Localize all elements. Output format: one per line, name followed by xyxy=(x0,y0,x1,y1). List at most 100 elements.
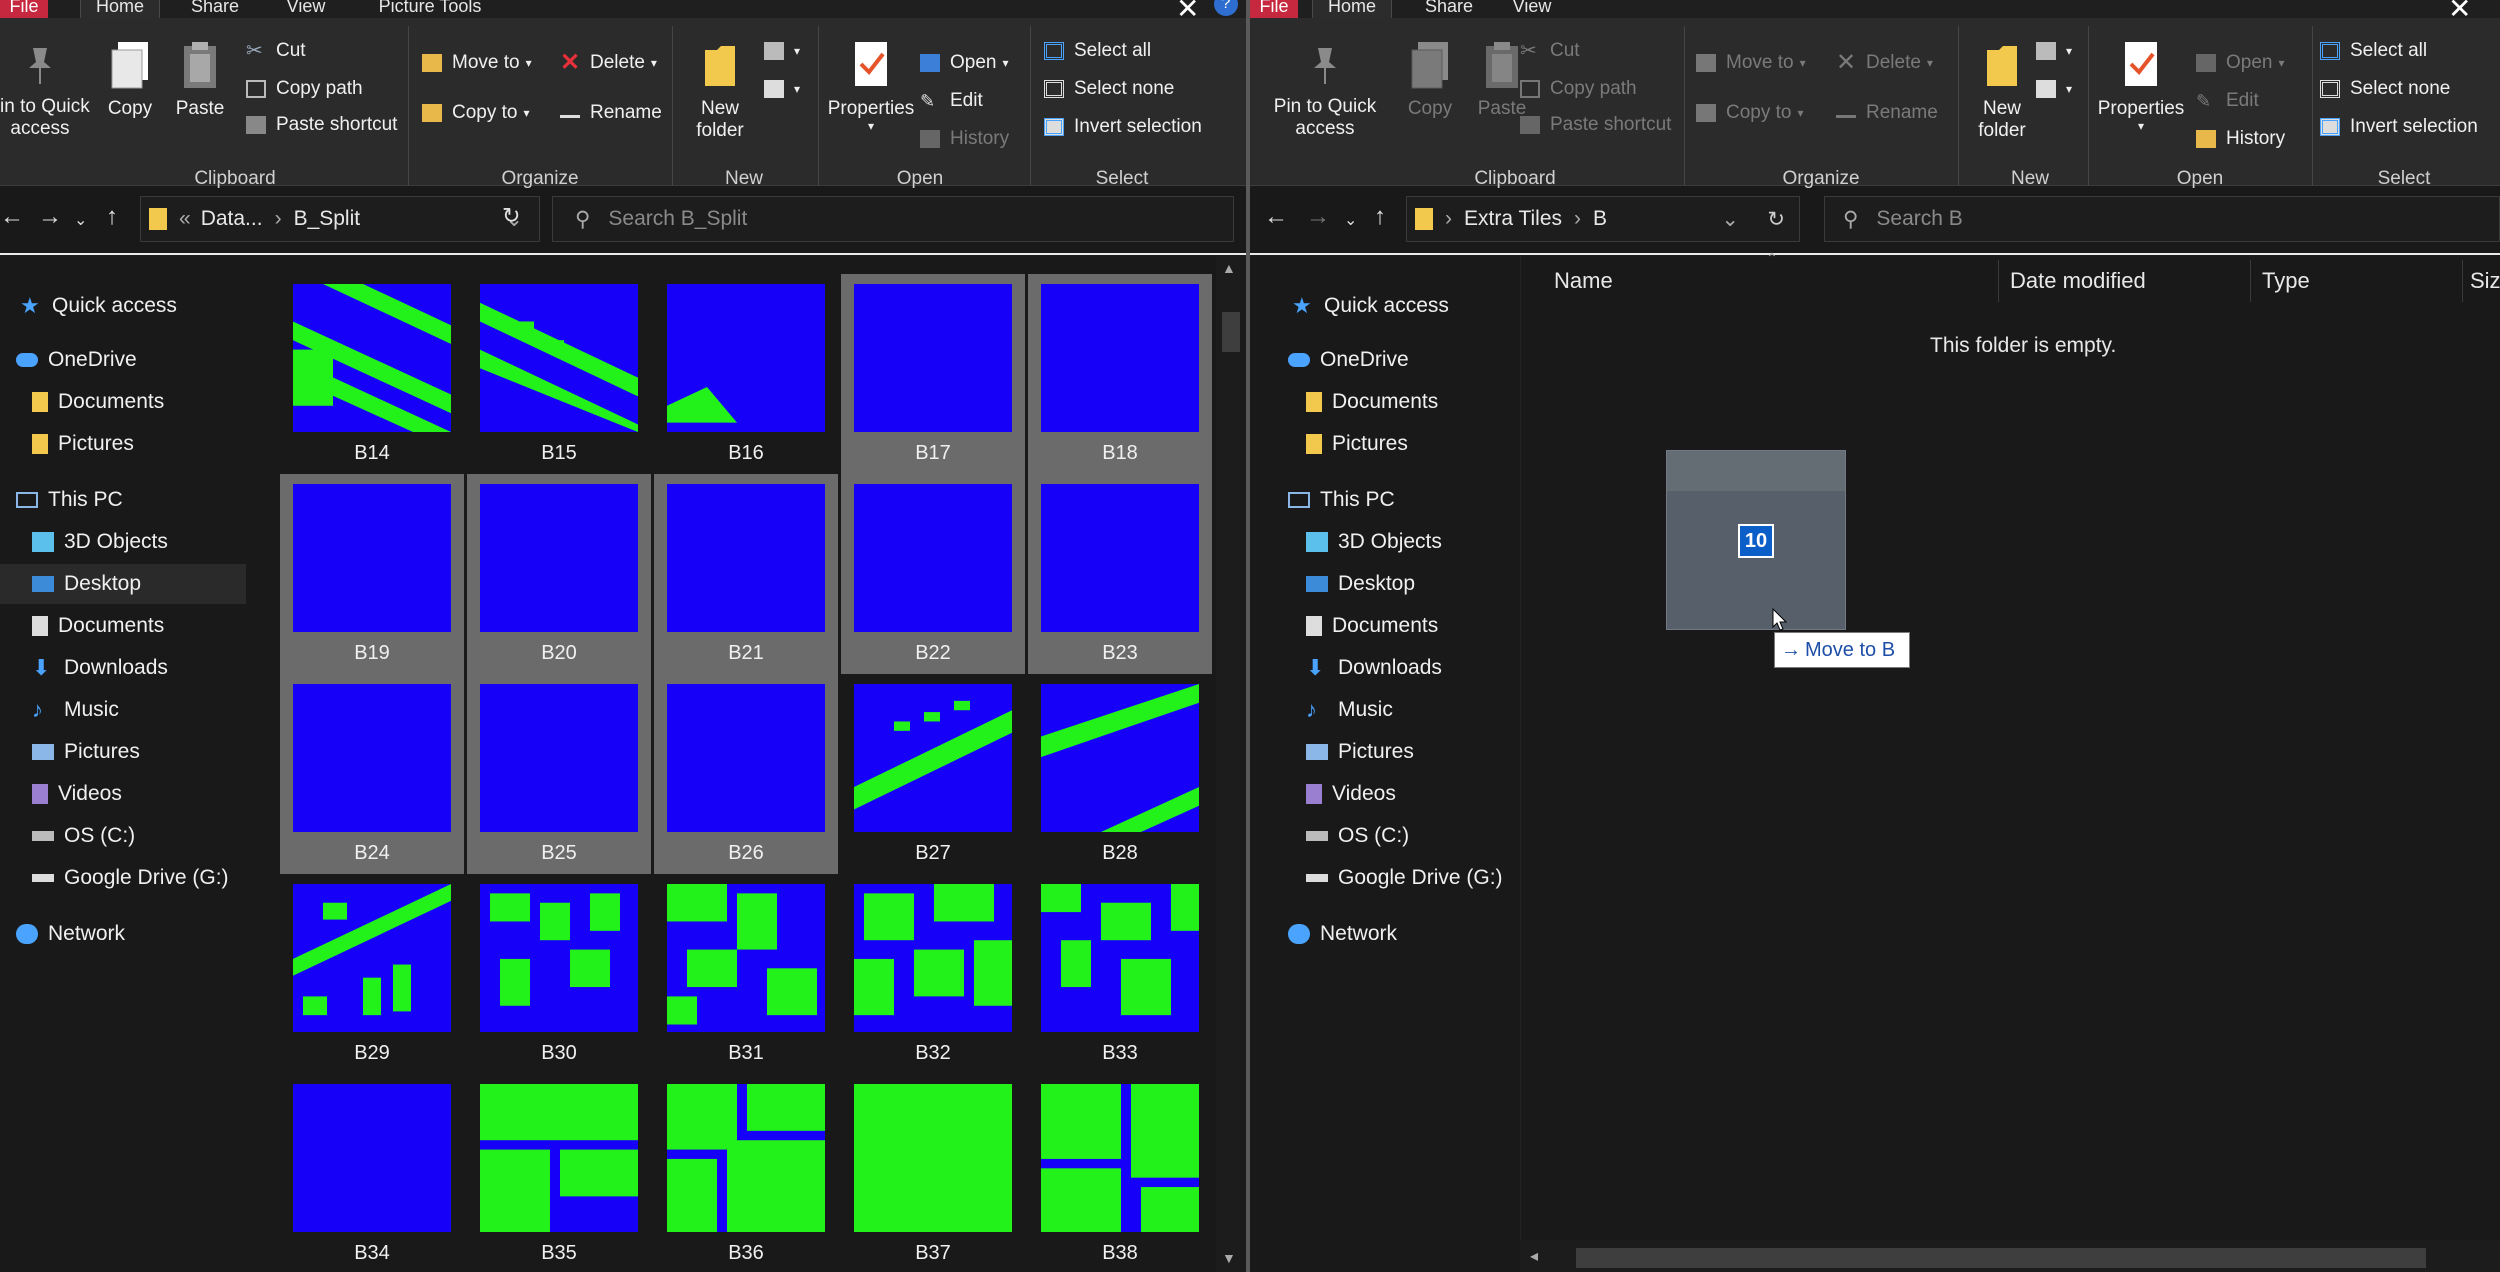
file-tile[interactable]: B38 xyxy=(1028,1074,1212,1272)
recent-locations-chevron-icon[interactable]: ⌄ xyxy=(1344,210,1357,230)
nav-music[interactable]: ♪ Music xyxy=(1306,694,1393,726)
file-tile[interactable]: B22 xyxy=(841,474,1025,674)
file-tile[interactable]: B19 xyxy=(280,474,464,674)
invert-selection-button[interactable]: Invert selection xyxy=(2320,116,2478,138)
file-tile[interactable]: B25 xyxy=(467,674,651,874)
tab-home[interactable]: Home xyxy=(80,0,160,18)
file-tile[interactable]: B27 xyxy=(841,674,1025,874)
file-tile[interactable]: B16 xyxy=(654,274,838,474)
cut-button[interactable]: ✂ Cut xyxy=(1520,40,1580,62)
file-tile[interactable]: B15 xyxy=(467,274,651,474)
recent-locations-chevron-icon[interactable]: ⌄ xyxy=(74,210,87,230)
nav-google-drive[interactable]: Google Drive (G:) xyxy=(32,862,229,894)
nav-videos[interactable]: Videos xyxy=(1306,778,1396,810)
nav-quick-access[interactable]: ★ Quick access xyxy=(1292,290,1449,322)
properties-button[interactable]: Properties ▾ xyxy=(2092,40,2190,132)
copy-to-button[interactable]: Copy to ▾ xyxy=(1696,102,1804,124)
select-none-button[interactable]: Select none xyxy=(1044,78,1174,100)
paste-shortcut-button[interactable]: Paste shortcut xyxy=(1520,114,1671,136)
delete-button[interactable]: ✕ Delete ▾ xyxy=(560,51,657,75)
edit-button[interactable]: ✎ Edit xyxy=(920,90,983,112)
select-none-button[interactable]: Select none xyxy=(2320,78,2450,100)
nav-downloads[interactable]: ⬇ Downloads xyxy=(1306,652,1442,684)
pin-quick-access-button[interactable]: Pin to Quick access xyxy=(1260,46,1390,140)
nav-onedrive[interactable]: OneDrive xyxy=(16,344,137,376)
nav-desktop[interactable]: Desktop xyxy=(32,568,141,600)
rename-button[interactable]: Rename xyxy=(560,102,662,124)
delete-button[interactable]: ✕ Delete ▾ xyxy=(1836,51,1933,75)
breadcrumb-item[interactable]: B xyxy=(1593,207,1607,231)
forward-arrow-icon[interactable]: → xyxy=(38,203,62,231)
copy-path-button[interactable]: Copy path xyxy=(1520,78,1637,100)
cut-button[interactable]: ✂ Cut xyxy=(246,40,306,62)
file-tile[interactable]: B34 xyxy=(280,1074,464,1272)
file-tile[interactable]: B29 xyxy=(280,874,464,1074)
tab-file[interactable]: File xyxy=(1250,0,1298,18)
properties-button[interactable]: Properties ▾ xyxy=(822,40,920,132)
nav-onedrive-pictures[interactable]: Pictures xyxy=(1306,428,1408,460)
file-tile[interactable]: B33 xyxy=(1028,874,1212,1074)
forward-arrow-icon[interactable]: → xyxy=(1306,203,1330,231)
new-item-button[interactable]: ▾ xyxy=(2036,40,2072,62)
refresh-icon[interactable]: ↻ xyxy=(502,203,520,229)
nav-google-drive[interactable]: Google Drive (G:) xyxy=(1306,862,1503,894)
file-tile[interactable]: B31 xyxy=(654,874,838,1074)
file-tile[interactable]: B30 xyxy=(467,874,651,1074)
paste-shortcut-button[interactable]: Paste shortcut xyxy=(246,114,397,136)
nav-this-pc[interactable]: This PC xyxy=(1288,484,1395,516)
address-dropdown-icon[interactable]: ⌄ xyxy=(1721,207,1739,232)
file-tile[interactable]: B36 xyxy=(654,1074,838,1272)
vertical-scrollbar[interactable]: ▲ ▼ xyxy=(1216,256,1246,1272)
copy-path-button[interactable]: Copy path xyxy=(246,78,363,100)
search-input[interactable]: ⚲ Search B_Split xyxy=(552,196,1234,242)
move-to-button[interactable]: Move to ▾ xyxy=(422,52,532,74)
tab-home[interactable]: Home xyxy=(1312,0,1392,18)
rename-button[interactable]: Rename xyxy=(1836,102,1938,124)
select-all-button[interactable]: Select all xyxy=(1044,40,1151,62)
file-tile[interactable]: B32 xyxy=(841,874,1025,1074)
file-tile[interactable]: B37 xyxy=(841,1074,1025,1272)
paste-button[interactable]: Paste xyxy=(170,40,230,120)
back-arrow-icon[interactable]: ← xyxy=(1264,203,1288,231)
nav-desktop[interactable]: Desktop xyxy=(1306,568,1415,600)
nav-os-drive[interactable]: OS (C:) xyxy=(32,820,135,852)
nav-downloads[interactable]: ⬇ Downloads xyxy=(32,652,168,684)
column-header-date-modified[interactable]: Date modified xyxy=(2010,268,2146,320)
easy-access-button[interactable]: ▾ xyxy=(2036,78,2072,100)
file-tile[interactable]: B35 xyxy=(467,1074,651,1272)
pin-quick-access-button[interactable]: in to Quick access xyxy=(0,46,90,140)
open-button[interactable]: Open ▾ xyxy=(2196,52,2285,74)
nav-music[interactable]: ♪ Music xyxy=(32,694,119,726)
nav-videos[interactable]: Videos xyxy=(32,778,122,810)
breadcrumb-item[interactable]: Extra Tiles xyxy=(1464,207,1562,231)
address-bar[interactable]: › Extra Tiles › B ⌄ ↻ xyxy=(1406,196,1800,242)
file-tile[interactable]: B21 xyxy=(654,474,838,674)
refresh-icon[interactable]: ↻ xyxy=(1767,207,1785,232)
scroll-up-icon[interactable]: ▲ xyxy=(1222,260,1236,276)
column-header-name[interactable]: Name xyxy=(1554,268,1613,320)
copy-to-button[interactable]: Copy to ▾ xyxy=(422,102,530,124)
tab-view[interactable]: View xyxy=(1506,0,1558,18)
tab-share[interactable]: Share xyxy=(184,0,246,18)
tab-file[interactable]: File xyxy=(0,0,48,18)
scroll-down-icon[interactable]: ▼ xyxy=(1222,1250,1236,1266)
scrollbar-thumb[interactable] xyxy=(1222,312,1240,352)
breadcrumb-item[interactable]: B_Split xyxy=(294,207,361,231)
help-icon[interactable]: ? xyxy=(1214,0,1238,16)
scroll-left-icon[interactable]: ◂ xyxy=(1530,1246,1538,1266)
up-arrow-icon[interactable]: ↑ xyxy=(106,203,118,231)
file-tile[interactable]: B23 xyxy=(1028,474,1212,674)
file-tile[interactable]: B24 xyxy=(280,674,464,874)
copy-button[interactable]: Copy xyxy=(1400,40,1460,120)
nav-onedrive-documents[interactable]: Documents xyxy=(1306,386,1438,418)
nav-pictures[interactable]: Pictures xyxy=(1306,736,1414,768)
address-bar[interactable]: « Data... › B_Split ⌄ xyxy=(140,196,540,242)
move-to-button[interactable]: Move to ▾ xyxy=(1696,52,1806,74)
nav-os-drive[interactable]: OS (C:) xyxy=(1306,820,1409,852)
nav-documents[interactable]: Documents xyxy=(32,610,164,642)
nav-this-pc[interactable]: This PC xyxy=(16,484,123,516)
breadcrumb-item[interactable]: Data... xyxy=(201,207,263,231)
nav-onedrive-documents[interactable]: Documents xyxy=(32,386,164,418)
easy-access-button[interactable]: ▾ xyxy=(764,78,800,100)
horizontal-scrollbar[interactable]: ◂ xyxy=(1520,1240,2500,1272)
